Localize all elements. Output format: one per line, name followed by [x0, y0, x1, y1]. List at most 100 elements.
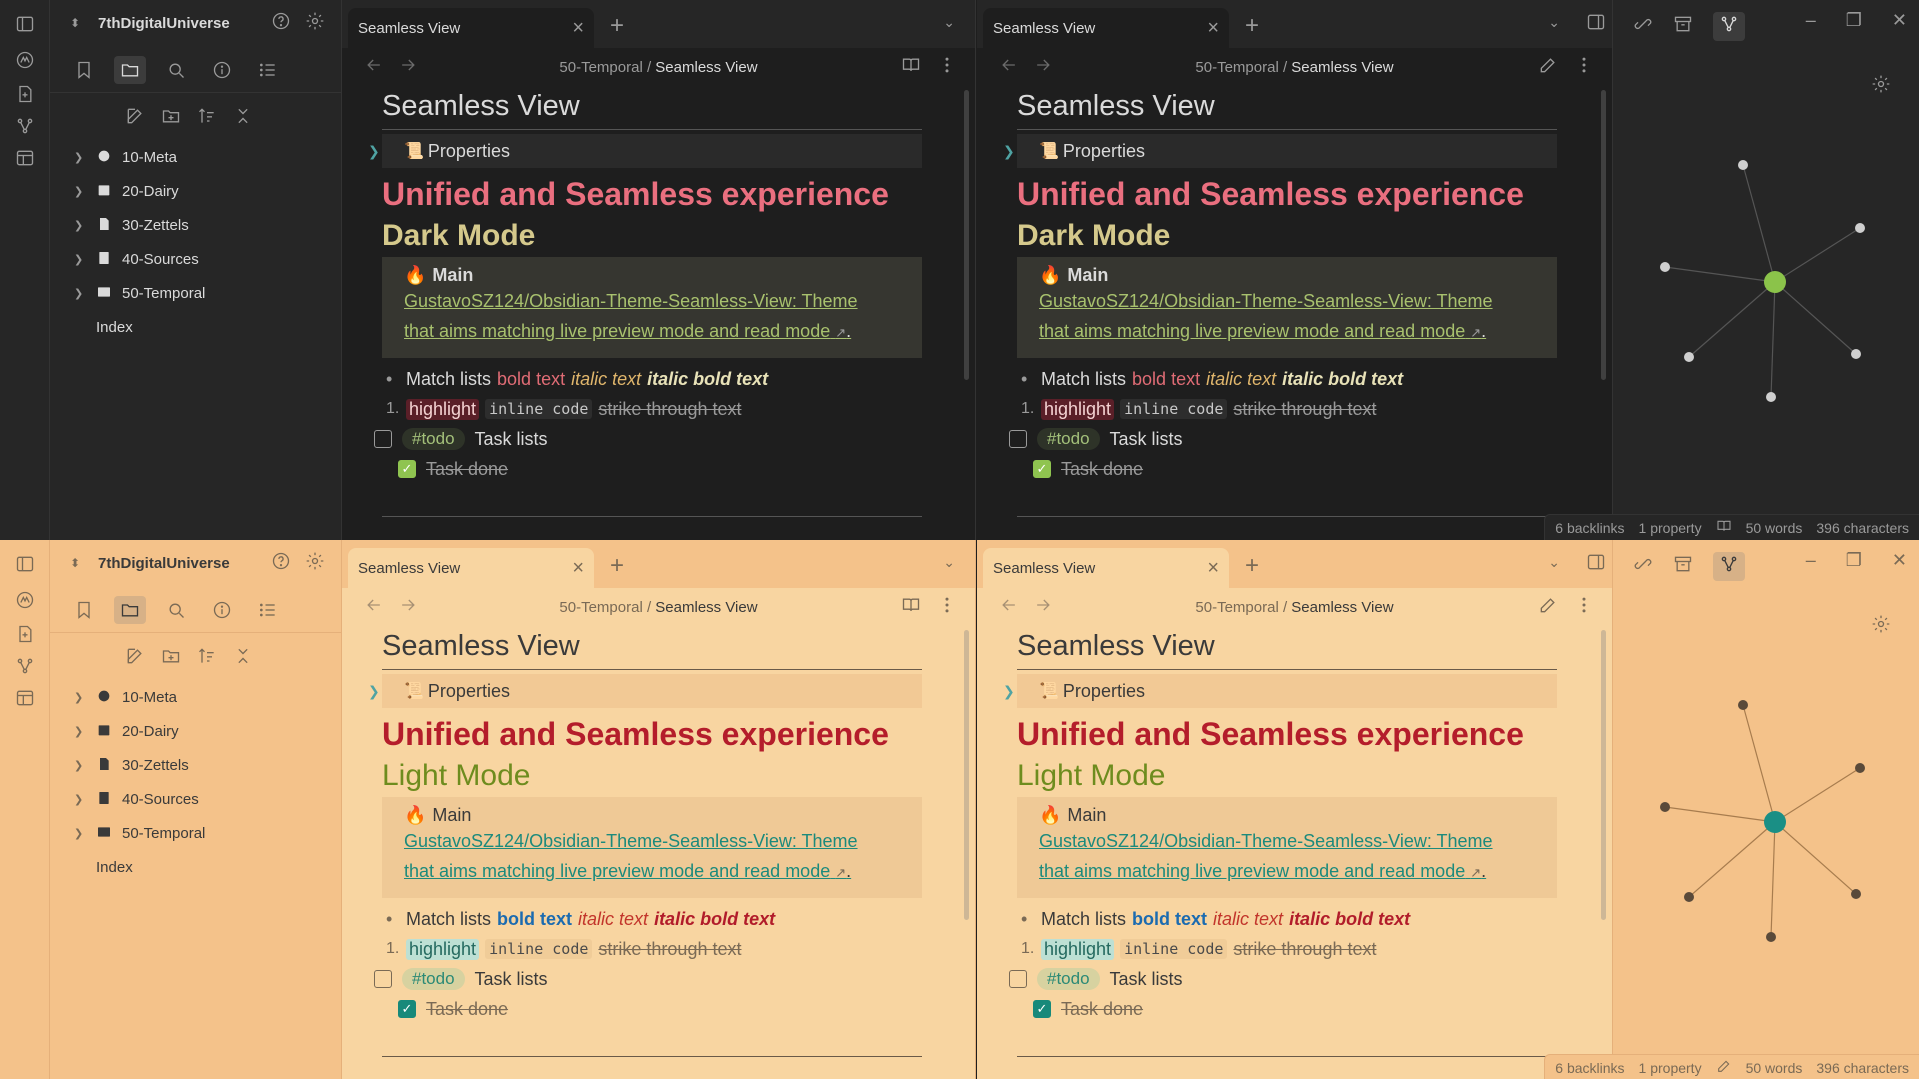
- link-text-line2[interactable]: that aims matching live preview mode and…: [404, 321, 830, 341]
- new-tab-icon[interactable]: +: [610, 12, 624, 40]
- more-options-icon[interactable]: [937, 595, 957, 620]
- local-graph-icon[interactable]: [1713, 552, 1745, 581]
- new-folder-icon[interactable]: [161, 106, 181, 131]
- external-link[interactable]: GustavoSZ124/Obsidian-Theme-Seamless-Vie…: [404, 286, 906, 348]
- settings-icon[interactable]: [305, 551, 325, 576]
- outline-icon[interactable]: [252, 596, 284, 624]
- vault-name[interactable]: 7thDigitalUniverse: [98, 555, 271, 572]
- tree-file-index[interactable]: Index: [74, 310, 331, 344]
- link-text-line1[interactable]: GustavoSZ124/Obsidian-Theme-Seamless-Vie…: [1039, 831, 1493, 851]
- link-text-line1[interactable]: GustavoSZ124/Obsidian-Theme-Seamless-Vie…: [404, 831, 858, 851]
- task-checkbox-checked[interactable]: ✓: [1033, 1000, 1051, 1018]
- scrollbar[interactable]: [1601, 630, 1606, 920]
- search-icon[interactable]: [160, 56, 192, 84]
- external-link[interactable]: GustavoSZ124/Obsidian-Theme-Seamless-Vie…: [404, 826, 906, 888]
- local-graph[interactable]: [1613, 640, 1919, 980]
- tree-folder[interactable]: ❯ 10-Meta: [74, 680, 331, 714]
- tag-pill[interactable]: #todo: [1037, 428, 1100, 450]
- property-count[interactable]: 1 property: [1639, 1060, 1702, 1076]
- toggle-right-sidebar-icon[interactable]: [1586, 552, 1606, 572]
- task-checkbox[interactable]: [1009, 970, 1027, 988]
- edit-pencil-icon[interactable]: [1538, 595, 1558, 620]
- graph-settings-icon[interactable]: [1871, 74, 1891, 99]
- close-icon[interactable]: ×: [572, 17, 584, 40]
- window-close-icon[interactable]: ✕: [1892, 10, 1907, 31]
- outline-icon[interactable]: [252, 56, 284, 84]
- breadcrumb-current[interactable]: Seamless View: [1291, 59, 1393, 76]
- link-text-line1[interactable]: GustavoSZ124/Obsidian-Theme-Seamless-Vie…: [404, 291, 858, 311]
- external-link[interactable]: GustavoSZ124/Obsidian-Theme-Seamless-Vie…: [1039, 826, 1541, 888]
- tree-folder[interactable]: ❯ 40-Sources: [74, 782, 331, 816]
- bookmark-icon[interactable]: [68, 596, 100, 624]
- reading-view-icon[interactable]: [901, 55, 921, 80]
- toggle-right-sidebar-icon[interactable]: [1586, 12, 1606, 32]
- graph-settings-icon[interactable]: [1871, 614, 1891, 639]
- task-checkbox[interactable]: [374, 430, 392, 448]
- help-icon[interactable]: [271, 11, 291, 36]
- maximize-icon[interactable]: ❐: [1846, 550, 1862, 571]
- backlinks-icon[interactable]: [1633, 554, 1653, 579]
- collapse-all-icon[interactable]: [233, 106, 253, 131]
- task-checkbox[interactable]: [1009, 430, 1027, 448]
- sidebar-toggle-icon[interactable]: [13, 12, 37, 36]
- archive-icon[interactable]: [1673, 554, 1693, 579]
- properties-block[interactable]: ❯ 📜 Properties: [368, 134, 922, 168]
- chevron-right-icon[interactable]: ❯: [368, 143, 380, 160]
- more-options-icon[interactable]: [1574, 55, 1594, 80]
- note-title[interactable]: Seamless View: [382, 630, 922, 670]
- external-link[interactable]: GustavoSZ124/Obsidian-Theme-Seamless-Vie…: [1039, 286, 1541, 348]
- breadcrumb-current[interactable]: Seamless View: [655, 59, 757, 76]
- tree-folder[interactable]: ❯ 40-Sources: [74, 242, 331, 276]
- chevron-down-icon[interactable]: ⌄: [1548, 14, 1560, 31]
- properties-block[interactable]: ❯ 📜 Properties: [1003, 674, 1557, 708]
- more-options-icon[interactable]: [1574, 595, 1594, 620]
- note-title[interactable]: Seamless View: [1017, 90, 1557, 130]
- graph-plugin-icon[interactable]: [13, 48, 37, 72]
- scrollbar[interactable]: [964, 630, 969, 920]
- info-icon[interactable]: [206, 596, 238, 624]
- tag-pill[interactable]: #todo: [402, 968, 465, 990]
- chevron-right-icon[interactable]: ❯: [368, 683, 380, 700]
- note-title[interactable]: Seamless View: [382, 90, 922, 130]
- tag-pill[interactable]: #todo: [1037, 968, 1100, 990]
- close-icon[interactable]: ×: [572, 557, 584, 580]
- archive-icon[interactable]: [1673, 14, 1693, 39]
- breadcrumb-parent[interactable]: 50-Temporal: [559, 59, 642, 76]
- property-count[interactable]: 1 property: [1639, 520, 1702, 536]
- link-text-line1[interactable]: GustavoSZ124/Obsidian-Theme-Seamless-Vie…: [1039, 291, 1493, 311]
- new-note-icon[interactable]: [125, 106, 145, 131]
- chevron-down-icon[interactable]: ⌄: [943, 14, 955, 31]
- tree-folder[interactable]: ❯ 30-Zettels: [74, 208, 331, 242]
- folder-icon[interactable]: [114, 56, 146, 84]
- folder-icon[interactable]: [114, 596, 146, 624]
- settings-icon[interactable]: [305, 11, 325, 36]
- graph-view-icon[interactable]: [13, 654, 37, 678]
- tree-folder[interactable]: ❯ 10-Meta: [74, 140, 331, 174]
- link-text-line2[interactable]: that aims matching live preview mode and…: [1039, 321, 1465, 341]
- sort-icon[interactable]: [197, 106, 217, 131]
- backlinks-icon[interactable]: [1633, 14, 1653, 39]
- task-checkbox[interactable]: [374, 970, 392, 988]
- minimize-icon[interactable]: –: [1806, 10, 1816, 31]
- tag-pill[interactable]: #todo: [402, 428, 465, 450]
- maximize-icon[interactable]: ❐: [1846, 10, 1862, 31]
- vault-switch-icon[interactable]: ⬍: [70, 16, 90, 30]
- minimize-icon[interactable]: –: [1806, 550, 1816, 571]
- local-graph-icon[interactable]: [1713, 12, 1745, 41]
- backlinks-count[interactable]: 6 backlinks: [1555, 1060, 1624, 1076]
- reading-view-icon[interactable]: [901, 595, 921, 620]
- window-close-icon[interactable]: ✕: [1892, 550, 1907, 571]
- tree-file-index[interactable]: Index: [74, 850, 331, 884]
- new-tab-icon[interactable]: +: [610, 552, 624, 580]
- close-icon[interactable]: ×: [1207, 557, 1219, 580]
- task-checkbox-checked[interactable]: ✓: [398, 460, 416, 478]
- canvas-icon[interactable]: [13, 146, 37, 170]
- note-title[interactable]: Seamless View: [1017, 630, 1557, 670]
- help-icon[interactable]: [271, 551, 291, 576]
- task-checkbox-checked[interactable]: ✓: [398, 1000, 416, 1018]
- breadcrumb-current[interactable]: Seamless View: [655, 599, 757, 616]
- info-icon[interactable]: [206, 56, 238, 84]
- breadcrumb-current[interactable]: Seamless View: [1291, 599, 1393, 616]
- vault-name[interactable]: 7thDigitalUniverse: [98, 15, 271, 32]
- canvas-icon[interactable]: [13, 686, 37, 710]
